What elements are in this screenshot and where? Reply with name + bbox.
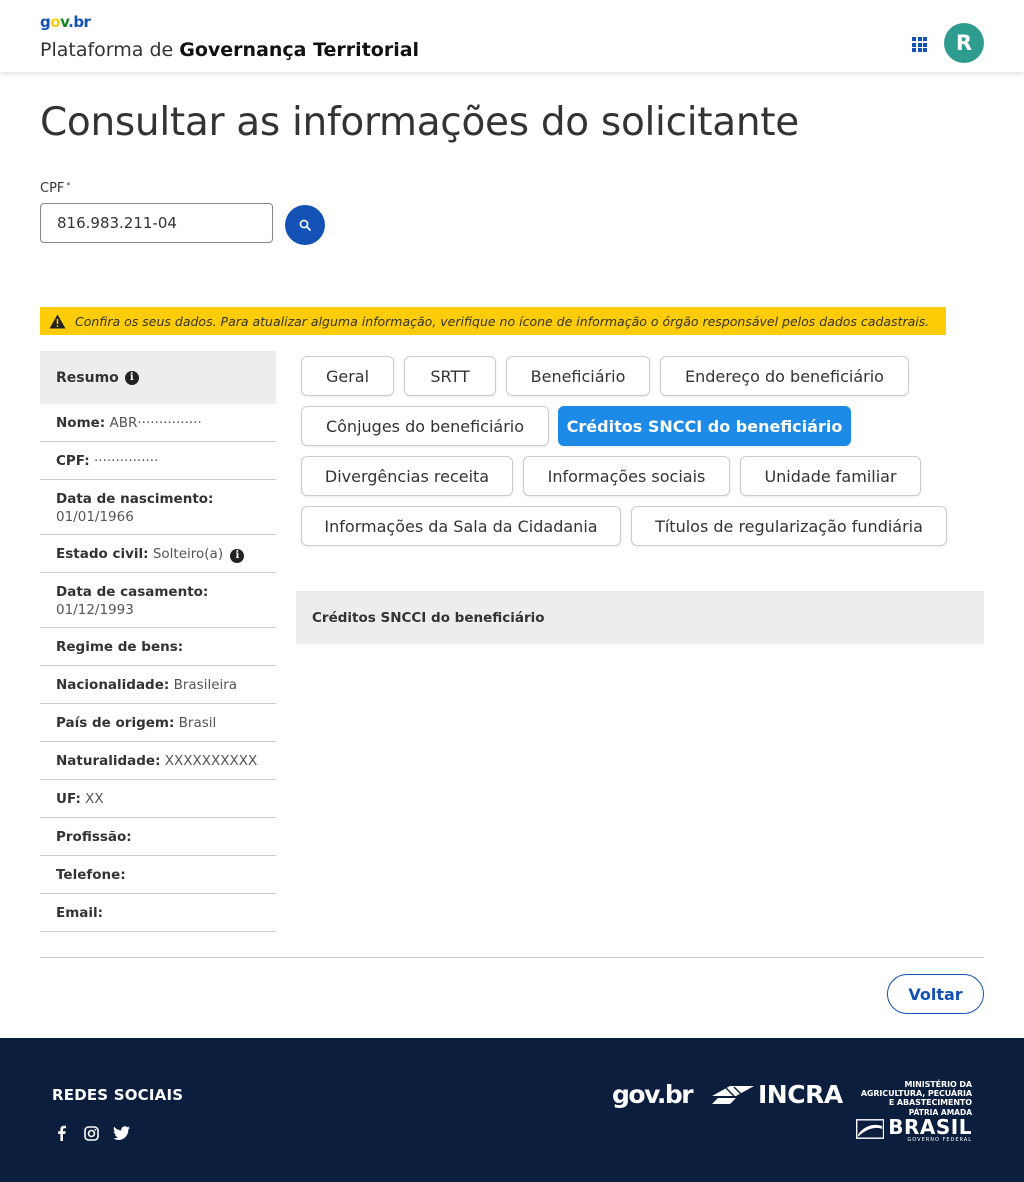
- summary-row-uf: UF: XX: [40, 780, 276, 818]
- logo-letter-v: v: [60, 13, 69, 31]
- facebook-icon[interactable]: [52, 1124, 70, 1142]
- row-value: 01/01/1966: [56, 509, 134, 525]
- tab-geral[interactable]: Geral: [301, 356, 394, 396]
- summary-row-profissao: Profissão:: [40, 818, 276, 856]
- summary-row-nacionalidade: Nacionalidade: Brasileira: [40, 666, 276, 704]
- avatar[interactable]: R: [944, 23, 984, 63]
- row-label: Data de nascimento:: [56, 491, 214, 507]
- ministry-line: E ABASTECIMENTO: [888, 1098, 972, 1107]
- info-icon[interactable]: i: [124, 370, 139, 385]
- brasil-text: BRASIL: [888, 1115, 972, 1139]
- tab-endereco-beneficiario[interactable]: Endereço do beneficiário: [660, 356, 909, 396]
- tab-informacoes-sociais[interactable]: Informações sociais: [523, 456, 730, 496]
- summary-sidebar: Resumo i Nome: ABR··············· CPF: ·…: [40, 351, 276, 932]
- incra-emblem-icon: [712, 1085, 754, 1104]
- summary-row-email: Email:: [40, 894, 276, 932]
- tab-conjuges-beneficiario[interactable]: Cônjuges do beneficiário: [301, 406, 549, 446]
- summary-row-cpf: CPF: ···············: [40, 442, 276, 480]
- info-icon[interactable]: i: [230, 549, 245, 563]
- row-label: Telefone:: [56, 867, 126, 883]
- instagram-icon[interactable]: [82, 1124, 100, 1142]
- row-value: Brasil: [178, 715, 217, 731]
- logo-suffix-br: .br: [68, 13, 91, 31]
- warning-text: Confira os seus dados. Para atualizar al…: [75, 313, 930, 329]
- social-title: REDES SOCIAIS: [52, 1086, 184, 1104]
- row-label: Data de casamento:: [56, 584, 209, 600]
- logo-letter-o: o: [50, 13, 61, 31]
- row-value: Solteiro(a): [152, 546, 224, 562]
- row-value: XXXXXXXXXX: [164, 753, 258, 769]
- page-title: Consultar as informações do solicitante: [40, 100, 799, 145]
- summary-row-nome: Nome: ABR···············: [40, 404, 276, 442]
- divider: [40, 957, 984, 958]
- brasil-flag-icon: [856, 1119, 885, 1139]
- row-label: Naturalidade:: [56, 753, 161, 769]
- platform-title-prefix: Plataforma de: [40, 39, 180, 61]
- tab-unidade-familiar[interactable]: Unidade familiar: [740, 456, 921, 496]
- row-label: UF:: [56, 791, 81, 807]
- site-header: gov.br Plataforma de Governança Territor…: [0, 0, 1024, 72]
- tab-titulos-regularizacao[interactable]: Títulos de regularização fundiária: [631, 506, 947, 546]
- footer-govbr-logo[interactable]: gov.br: [612, 1080, 694, 1109]
- summary-header-label: Resumo: [56, 369, 119, 386]
- grid-apps-icon[interactable]: [912, 37, 928, 52]
- tab-sala-cidadania[interactable]: Informações da Sala da Cidadania: [301, 506, 621, 546]
- content-panel-header: Créditos SNCCI do beneficiário: [296, 591, 984, 644]
- row-label: Nacionalidade:: [56, 677, 170, 693]
- row-label: Profissão:: [56, 829, 132, 845]
- ministry-line: MINISTÉRIO DA: [904, 1080, 972, 1089]
- govbr-logo[interactable]: gov.br: [40, 13, 91, 31]
- row-value: ABR···············: [109, 415, 202, 431]
- row-value: ···············: [93, 453, 159, 469]
- summary-row-regime-bens: Regime de bens:: [40, 628, 276, 666]
- logo-letter-g: g: [40, 13, 51, 31]
- summary-row-pais-origem: País de origem: Brasil: [40, 704, 276, 742]
- incra-logo-text: INCRA: [758, 1080, 843, 1109]
- platform-title-bold: Governança Territorial: [179, 39, 420, 61]
- warning-message: Confira os seus dados. Para atualizar al…: [40, 307, 946, 335]
- warning-icon: [48, 312, 66, 330]
- summary-row-naturalidade: Naturalidade: XXXXXXXXXX: [40, 742, 276, 780]
- row-label: Email:: [56, 905, 104, 921]
- cpf-label: CPF *: [40, 181, 70, 196]
- row-value: Brasileira: [173, 677, 238, 693]
- back-button[interactable]: Voltar: [887, 974, 984, 1014]
- row-label: CPF:: [56, 453, 90, 469]
- search-icon: [299, 219, 311, 231]
- ministry-line: AGRICULTURA, PECUÁRIA: [860, 1089, 972, 1098]
- tab-creditos-sncci[interactable]: Créditos SNCCI do beneficiário: [558, 406, 851, 446]
- row-label: Nome:: [56, 415, 106, 431]
- site-footer: REDES SOCIAIS gov.br INCRA MINISTÉRIO DA…: [0, 1038, 1024, 1182]
- footer-incra-logo[interactable]: INCRA: [712, 1080, 843, 1109]
- tab-beneficiario[interactable]: Beneficiário: [506, 356, 650, 396]
- row-label: Estado civil:: [56, 546, 149, 562]
- row-value: 01/12/1993: [56, 602, 134, 618]
- footer-ministry-logo[interactable]: MINISTÉRIO DA AGRICULTURA, PECUÁRIA E AB…: [856, 1080, 972, 1143]
- summary-row-data-nascimento: Data de nascimento: 01/01/1966: [40, 480, 276, 535]
- row-label: Regime de bens:: [56, 639, 184, 655]
- tab-srtt[interactable]: SRTT: [404, 356, 496, 396]
- search-button[interactable]: [285, 205, 325, 245]
- summary-row-data-casamento: Data de casamento: 01/12/1993: [40, 573, 276, 628]
- cpf-label-text: CPF: [40, 181, 65, 196]
- platform-title: Plataforma de Governança Territorial: [40, 39, 419, 61]
- twitter-icon[interactable]: [112, 1124, 130, 1142]
- row-label: País de origem:: [56, 715, 175, 731]
- patria-amada-brasil-logo: PÁTRIA AMADA BRASIL GOVERNO FEDERAL: [856, 1109, 972, 1143]
- tab-divergencias-receita[interactable]: Divergências receita: [301, 456, 513, 496]
- summary-row-telefone: Telefone:: [40, 856, 276, 894]
- summary-row-estado-civil: Estado civil: Solteiro(a) i: [40, 535, 276, 573]
- summary-header: Resumo i: [40, 351, 276, 404]
- row-value: XX: [85, 791, 104, 807]
- cpf-input[interactable]: [40, 203, 273, 243]
- required-mark: *: [66, 181, 71, 190]
- social-links: [52, 1124, 130, 1142]
